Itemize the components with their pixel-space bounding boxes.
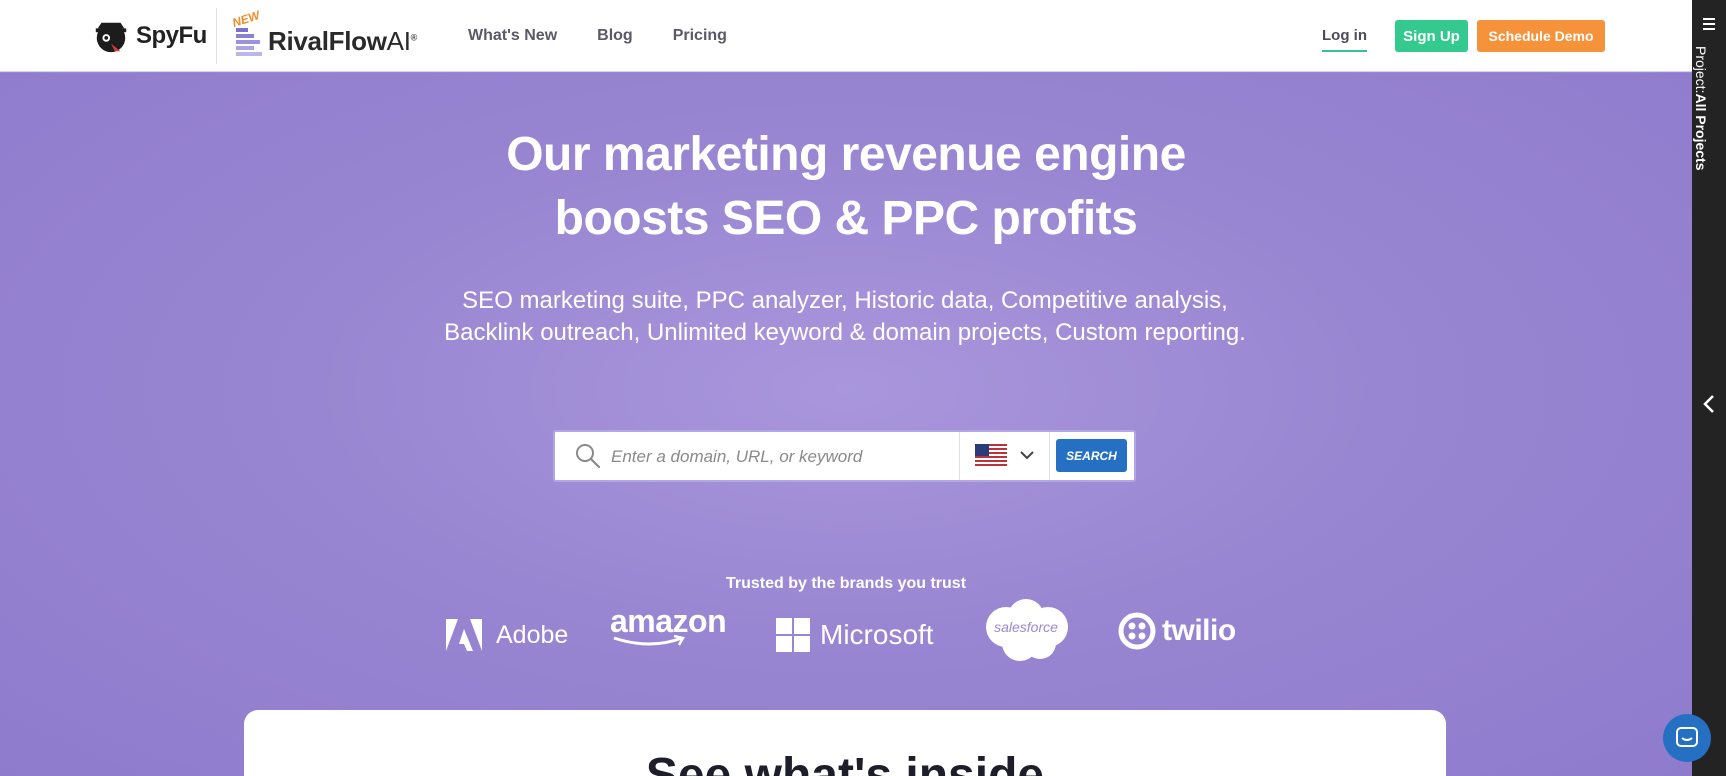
search-button[interactable]: SEARCH [1056,439,1127,472]
brand-twilio: twilio [1118,607,1236,655]
adobe-wordmark: Adobe [496,620,569,649]
nav-blog[interactable]: Blog [597,22,633,50]
search-divider [959,432,960,480]
rivalflow-wordmark: RivalFlowAI® [268,26,417,57]
rivalflow-ai: AI [386,25,411,56]
schedule-demo-button[interactable]: Schedule Demo [1477,20,1605,52]
adobe-logo-icon [446,619,482,651]
search-icon [576,444,601,469]
hero-subhead: SEO marketing suite, PPC analyzer, Histo… [444,287,1246,346]
headline-line-2: boosts SEO & PPC profits [554,192,1138,245]
hero-headline: Our marketing revenue engine boosts SEO … [446,123,1246,251]
microsoft-wordmark: Microsoft [820,619,934,650]
hero-section: Our marketing revenue engine boosts SEO … [0,73,1692,776]
hamburger-menu-icon[interactable] [1703,18,1715,30]
spyfu-logo[interactable]: SpyFu [92,16,207,56]
logo-divider [216,8,217,64]
nav-whats-new[interactable]: What's New [468,22,557,50]
main-nav: What's New Blog Pricing [468,22,727,50]
project-label-prefix: Project: [1693,46,1709,94]
search-input[interactable] [611,440,951,474]
amazon-smile-icon [613,634,685,646]
twilio-wordmark: twilio [1162,614,1236,647]
twilio-logo-icon [1118,612,1156,650]
content-card: See what's inside [244,710,1446,776]
brand-microsoft: Microsoft [776,611,934,659]
rivalflow-main: RivalFlow [268,25,387,56]
registered-mark: ® [410,31,418,42]
salesforce-wordmark: salesforce [994,619,1058,635]
chevron-left-icon[interactable] [1702,394,1716,414]
project-selector[interactable]: Project:All Projects [1693,46,1723,186]
spyfu-wordmark: SpyFu [136,22,207,49]
brand-salesforce: salesforce [980,597,1072,665]
spyfu-spy-icon [95,22,127,53]
login-link[interactable]: Log in [1322,22,1367,52]
search-bar: SEARCH [553,430,1136,482]
headline-line-1: Our marketing revenue engine [506,128,1186,181]
signup-button[interactable]: Sign Up [1395,20,1468,52]
project-label: Project:All Projects [1693,46,1709,171]
card-title: See what's inside [645,749,1045,776]
brand-adobe: Adobe [446,611,568,659]
trusted-label: Trusted by the brands you trust [725,575,967,592]
rivalflow-stripes-icon [236,28,262,56]
microsoft-logo-icon [776,618,810,652]
chat-widget-button[interactable] [1663,714,1711,762]
brand-amazon: amazon [610,603,727,663]
chat-icon [1676,727,1698,747]
rivalflow-logo[interactable]: NEW RivalFlowAI® [231,8,417,62]
search-divider [1049,432,1050,480]
nav-pricing[interactable]: Pricing [673,22,727,50]
us-flag-icon[interactable] [975,444,1007,468]
site-header: SpyFu NEW RivalFlowAI® What's New Blog P… [0,0,1692,72]
project-side-panel: Project:All Projects [1692,0,1726,776]
project-label-value: All Projects [1693,93,1709,171]
chevron-down-icon[interactable] [1019,448,1035,462]
